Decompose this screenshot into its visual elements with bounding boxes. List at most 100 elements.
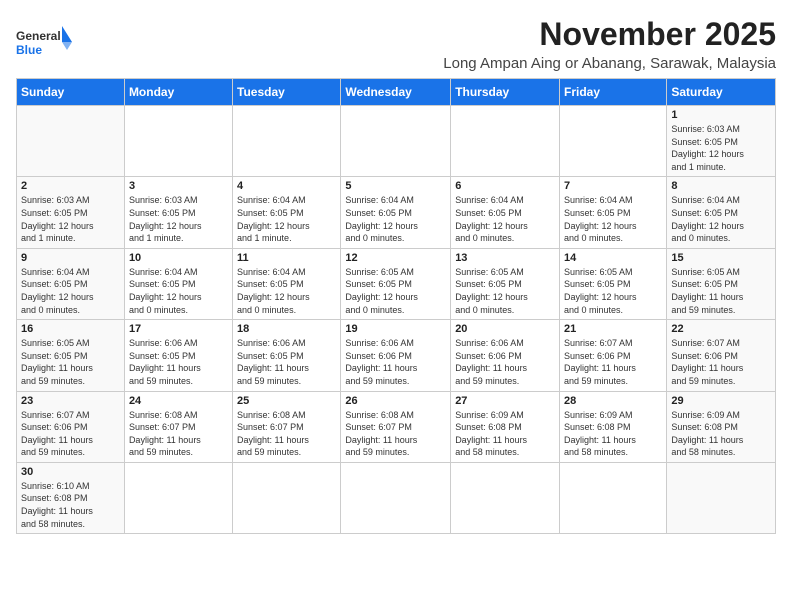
calendar-cell: 24 Sunrise: 6:08 AM Sunset: 6:07 PM Dayli… xyxy=(124,391,232,462)
calendar-cell: 4Sunrise: 6:04 AM Sunset: 6:05 PM Daylig… xyxy=(233,177,341,248)
day-number: 6 xyxy=(455,180,555,192)
calendar-cell: 18 Sunrise: 6:06 AM Sunset: 6:05 PM Dayli… xyxy=(233,320,341,391)
location-title: Long Ampan Aing or Abanang, Sarawak, Mal… xyxy=(443,55,776,72)
calendar-cell: 3 Sunrise: 6:03 AM Sunset: 6:05 PM Daylig… xyxy=(124,177,232,248)
day-info: Sunrise: 6:05 AM Sunset: 6:05 PM Dayligh… xyxy=(564,266,662,316)
day-number: 19 xyxy=(345,323,446,335)
calendar-cell: 16 Sunrise: 6:05 AM Sunset: 6:05 PM Dayli… xyxy=(17,320,125,391)
day-info: Sunrise: 6:03 AM Sunset: 6:05 PM Dayligh… xyxy=(129,194,228,244)
day-info: Sunrise: 6:06 AM Sunset: 6:05 PM Dayligh… xyxy=(237,337,336,387)
calendar-cell: 10Sunrise: 6:04 AM Sunset: 6:05 PM Dayli… xyxy=(124,248,232,319)
day-number: 9 xyxy=(21,252,120,264)
calendar-cell: 7 Sunrise: 6:04 AM Sunset: 6:05 PM Daylig… xyxy=(560,177,667,248)
calendar-cell xyxy=(124,462,232,533)
svg-text:Blue: Blue xyxy=(16,43,42,57)
day-number: 29 xyxy=(671,395,771,407)
weekday-header-friday: Friday xyxy=(560,79,667,106)
day-info: Sunrise: 6:04 AM Sunset: 6:05 PM Dayligh… xyxy=(671,194,771,244)
day-info: Sunrise: 6:04 AM Sunset: 6:05 PM Dayligh… xyxy=(345,194,446,244)
calendar-cell: 2Sunrise: 6:03 AM Sunset: 6:05 PM Daylig… xyxy=(17,177,125,248)
day-info: Sunrise: 6:04 AM Sunset: 6:05 PM Dayligh… xyxy=(564,194,662,244)
weekday-header-sunday: Sunday xyxy=(17,79,125,106)
calendar-cell: 30 Sunrise: 6:10 AM Sunset: 6:08 PM Dayli… xyxy=(17,462,125,533)
calendar-cell xyxy=(233,106,341,177)
day-number: 10 xyxy=(129,252,228,264)
calendar: SundayMondayTuesdayWednesdayThursdayFrid… xyxy=(16,78,776,534)
calendar-cell xyxy=(451,462,560,533)
day-number: 5 xyxy=(345,180,446,192)
calendar-cell: 8 Sunrise: 6:04 AM Sunset: 6:05 PM Daylig… xyxy=(667,177,776,248)
day-number: 28 xyxy=(564,395,662,407)
calendar-cell: 20 Sunrise: 6:06 AM Sunset: 6:06 PM Dayli… xyxy=(451,320,560,391)
svg-text:General: General xyxy=(16,29,61,43)
calendar-cell: 22 Sunrise: 6:07 AM Sunset: 6:06 PM Dayli… xyxy=(667,320,776,391)
day-info: Sunrise: 6:09 AM Sunset: 6:08 PM Dayligh… xyxy=(564,409,662,459)
day-number: 11 xyxy=(237,252,336,264)
day-info: Sunrise: 6:03 AM Sunset: 6:05 PM Dayligh… xyxy=(671,123,771,173)
day-info: Sunrise: 6:04 AM Sunset: 6:05 PM Dayligh… xyxy=(21,266,120,316)
day-info: Sunrise: 6:07 AM Sunset: 6:06 PM Dayligh… xyxy=(564,337,662,387)
calendar-cell: 5 Sunrise: 6:04 AM Sunset: 6:05 PM Daylig… xyxy=(341,177,451,248)
title-area: November 2025 Long Ampan Aing or Abanang… xyxy=(443,16,776,72)
calendar-cell: 25Sunrise: 6:08 AM Sunset: 6:07 PM Dayli… xyxy=(233,391,341,462)
day-number: 3 xyxy=(129,180,228,192)
calendar-cell xyxy=(124,106,232,177)
day-number: 13 xyxy=(455,252,555,264)
day-number: 7 xyxy=(564,180,662,192)
day-info: Sunrise: 6:06 AM Sunset: 6:06 PM Dayligh… xyxy=(455,337,555,387)
weekday-header-saturday: Saturday xyxy=(667,79,776,106)
day-info: Sunrise: 6:10 AM Sunset: 6:08 PM Dayligh… xyxy=(21,480,120,530)
day-info: Sunrise: 6:04 AM Sunset: 6:05 PM Dayligh… xyxy=(237,194,336,244)
calendar-cell: 6 Sunrise: 6:04 AM Sunset: 6:05 PM Daylig… xyxy=(451,177,560,248)
calendar-cell: 23 Sunrise: 6:07 AM Sunset: 6:06 PM Dayli… xyxy=(17,391,125,462)
day-number: 23 xyxy=(21,395,120,407)
calendar-cell: 21 Sunrise: 6:07 AM Sunset: 6:06 PM Dayli… xyxy=(560,320,667,391)
month-title: November 2025 xyxy=(443,16,776,53)
day-info: Sunrise: 6:06 AM Sunset: 6:05 PM Dayligh… xyxy=(129,337,228,387)
day-info: Sunrise: 6:08 AM Sunset: 6:07 PM Dayligh… xyxy=(129,409,228,459)
day-info: Sunrise: 6:06 AM Sunset: 6:06 PM Dayligh… xyxy=(345,337,446,387)
day-number: 26 xyxy=(345,395,446,407)
day-info: Sunrise: 6:09 AM Sunset: 6:08 PM Dayligh… xyxy=(455,409,555,459)
day-info: Sunrise: 6:05 AM Sunset: 6:05 PM Dayligh… xyxy=(21,337,120,387)
calendar-cell: 26 Sunrise: 6:08 AM Sunset: 6:07 PM Dayli… xyxy=(341,391,451,462)
calendar-cell: 11Sunrise: 6:04 AM Sunset: 6:05 PM Dayli… xyxy=(233,248,341,319)
logo: General Blue xyxy=(16,24,72,64)
day-info: Sunrise: 6:07 AM Sunset: 6:06 PM Dayligh… xyxy=(671,337,771,387)
calendar-cell xyxy=(233,462,341,533)
day-number: 1 xyxy=(671,109,771,121)
day-number: 27 xyxy=(455,395,555,407)
calendar-cell xyxy=(560,462,667,533)
day-info: Sunrise: 6:09 AM Sunset: 6:08 PM Dayligh… xyxy=(671,409,771,459)
calendar-cell xyxy=(17,106,125,177)
calendar-cell xyxy=(560,106,667,177)
day-number: 24 xyxy=(129,395,228,407)
calendar-cell xyxy=(341,106,451,177)
day-number: 16 xyxy=(21,323,120,335)
calendar-cell: 9 Sunrise: 6:04 AM Sunset: 6:05 PM Daylig… xyxy=(17,248,125,319)
calendar-cell: 1 Sunrise: 6:03 AM Sunset: 6:05 PM Daylig… xyxy=(667,106,776,177)
day-info: Sunrise: 6:04 AM Sunset: 6:05 PM Dayligh… xyxy=(455,194,555,244)
weekday-header-wednesday: Wednesday xyxy=(341,79,451,106)
day-number: 8 xyxy=(671,180,771,192)
calendar-cell: 28 Sunrise: 6:09 AM Sunset: 6:08 PM Dayli… xyxy=(560,391,667,462)
day-info: Sunrise: 6:05 AM Sunset: 6:05 PM Dayligh… xyxy=(671,266,771,316)
day-number: 22 xyxy=(671,323,771,335)
day-info: Sunrise: 6:08 AM Sunset: 6:07 PM Dayligh… xyxy=(237,409,336,459)
day-number: 12 xyxy=(345,252,446,264)
day-number: 18 xyxy=(237,323,336,335)
calendar-cell: 27 Sunrise: 6:09 AM Sunset: 6:08 PM Dayli… xyxy=(451,391,560,462)
weekday-header-thursday: Thursday xyxy=(451,79,560,106)
calendar-cell xyxy=(451,106,560,177)
day-number: 20 xyxy=(455,323,555,335)
day-info: Sunrise: 6:05 AM Sunset: 6:05 PM Dayligh… xyxy=(345,266,446,316)
day-number: 30 xyxy=(21,466,120,478)
calendar-cell: 15Sunrise: 6:05 AM Sunset: 6:05 PM Dayli… xyxy=(667,248,776,319)
day-number: 21 xyxy=(564,323,662,335)
day-number: 2 xyxy=(21,180,120,192)
day-info: Sunrise: 6:07 AM Sunset: 6:06 PM Dayligh… xyxy=(21,409,120,459)
calendar-cell: 29 Sunrise: 6:09 AM Sunset: 6:08 PM Dayli… xyxy=(667,391,776,462)
day-info: Sunrise: 6:05 AM Sunset: 6:05 PM Dayligh… xyxy=(455,266,555,316)
weekday-header-monday: Monday xyxy=(124,79,232,106)
day-info: Sunrise: 6:08 AM Sunset: 6:07 PM Dayligh… xyxy=(345,409,446,459)
